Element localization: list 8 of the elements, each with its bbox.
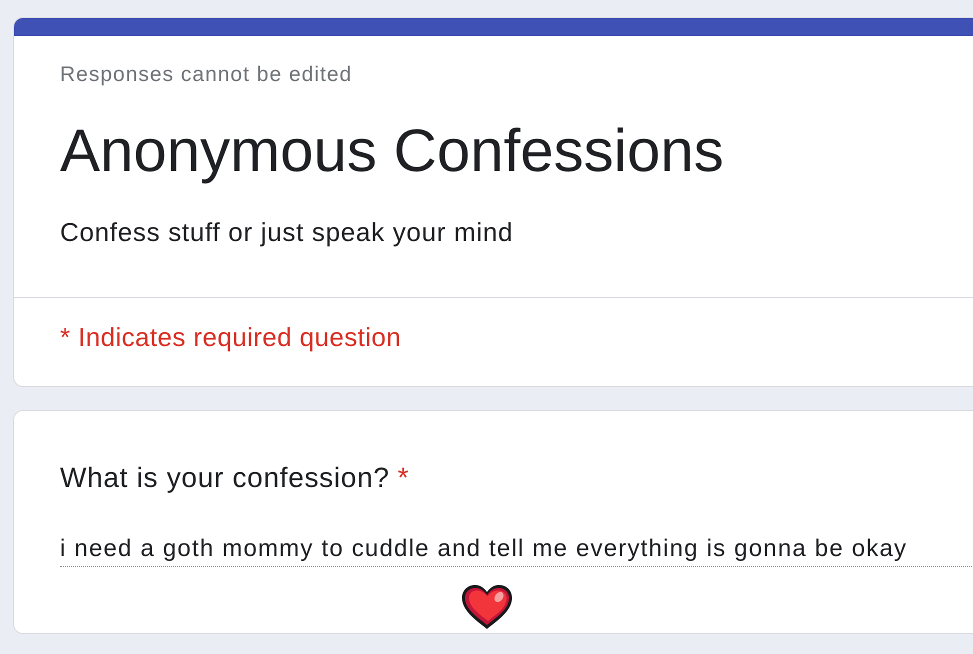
required-asterisk: * [398,462,409,494]
required-note: * Indicates required question [60,322,402,352]
notice-text: Responses cannot be edited [60,63,352,87]
answer-field[interactable]: i need a goth mommy to cuddle and tell me everything is gonna be okay [60,534,973,567]
question-label: What is your confession? [60,462,390,494]
form-description: Confess stuff or just speak your mind [60,216,514,248]
heart-icon [460,583,514,631]
form-title: Anonymous Confessions [60,119,724,183]
